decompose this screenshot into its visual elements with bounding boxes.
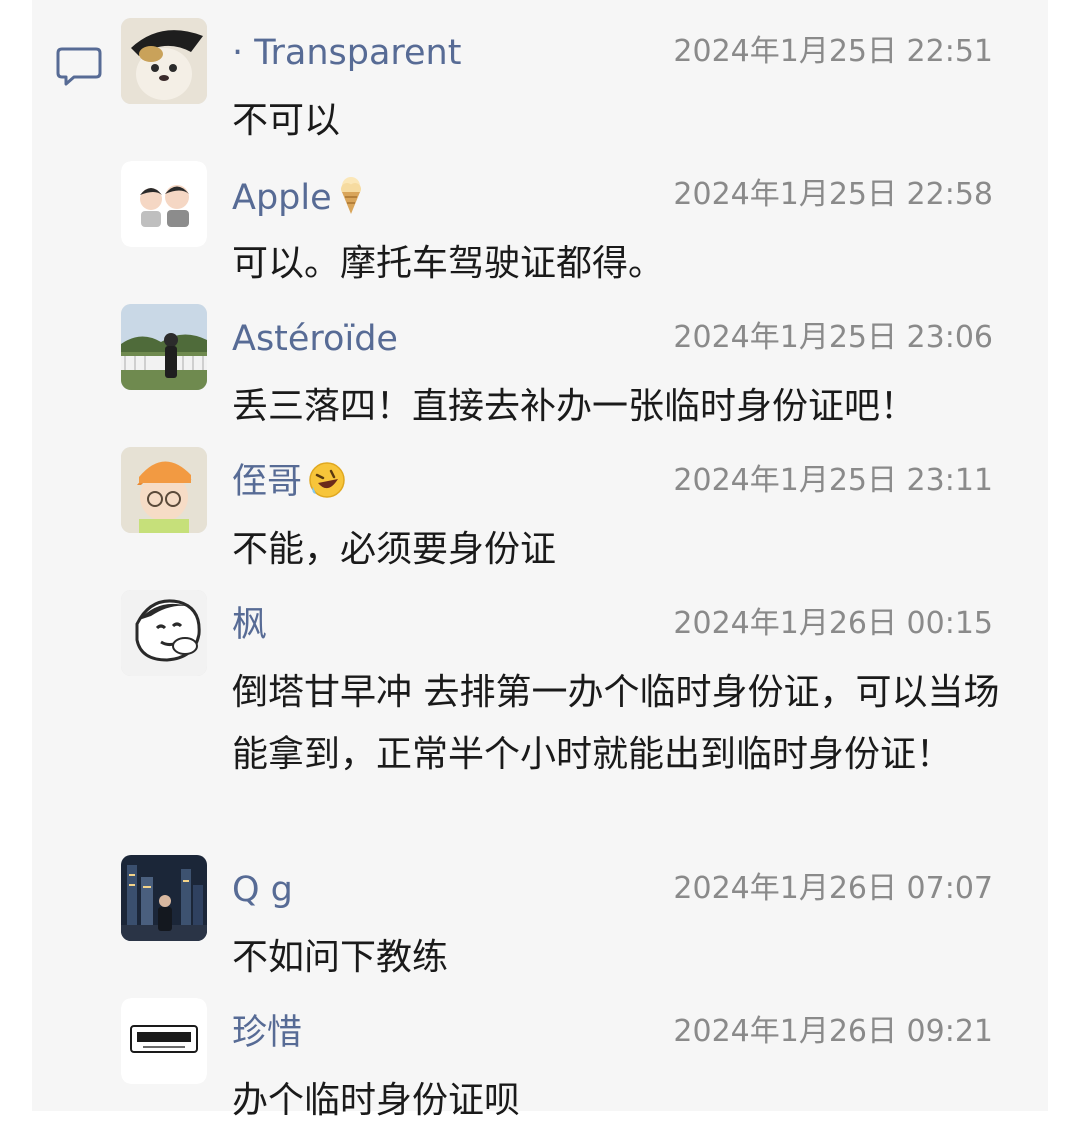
comment-author[interactable]: Apple xyxy=(232,175,364,225)
comment-author[interactable]: · Transparent xyxy=(232,32,461,74)
comment-timestamp: 2024年1月26日 09:21 xyxy=(673,1014,993,1049)
comment-author[interactable]: 珍惜 xyxy=(232,1012,302,1054)
comment-timestamp: 2024年1月26日 07:07 xyxy=(673,871,993,906)
comment-timestamp: 2024年1月26日 00:15 xyxy=(673,606,993,641)
avatar[interactable] xyxy=(121,590,207,676)
comment-author[interactable]: Astéroïde xyxy=(232,318,398,360)
comment-timestamp: 2024年1月25日 23:11 xyxy=(673,463,993,498)
comment-icon[interactable] xyxy=(56,46,102,86)
comment-text: 不如问下教练 xyxy=(232,937,449,978)
comment-text: 可以。摩托车驾驶证都得。 xyxy=(232,243,665,284)
rolling-laughing-icon xyxy=(308,461,346,509)
comment-text: 不可以 xyxy=(232,100,341,141)
comment-text: 办个临时身份证呗 xyxy=(232,1080,521,1121)
comment-text: 倒塔甘早冲 去排第一办个临时身份证，可以当场能拿到，正常半个小时就能出到临时身份… xyxy=(232,672,1000,775)
avatar[interactable] xyxy=(121,998,207,1084)
comment-author[interactable]: 枫 xyxy=(232,604,267,646)
comment-author[interactable]: 侄哥 xyxy=(232,461,346,509)
avatar[interactable] xyxy=(121,161,207,247)
comment-text: 丢三落四！直接去补办一张临时身份证吧！ xyxy=(232,386,917,427)
comment-author[interactable]: Q g xyxy=(232,869,293,911)
comment-timestamp: 2024年1月25日 23:06 xyxy=(673,320,993,355)
avatar[interactable] xyxy=(121,304,207,390)
avatar[interactable] xyxy=(121,855,207,941)
comment-text: 不能，必须要身份证 xyxy=(232,529,557,570)
avatar[interactable] xyxy=(121,447,207,533)
comment-timestamp: 2024年1月25日 22:51 xyxy=(673,34,993,69)
ice-cream-icon xyxy=(338,175,364,225)
comment-timestamp: 2024年1月25日 22:58 xyxy=(673,177,993,212)
avatar[interactable] xyxy=(121,18,207,104)
